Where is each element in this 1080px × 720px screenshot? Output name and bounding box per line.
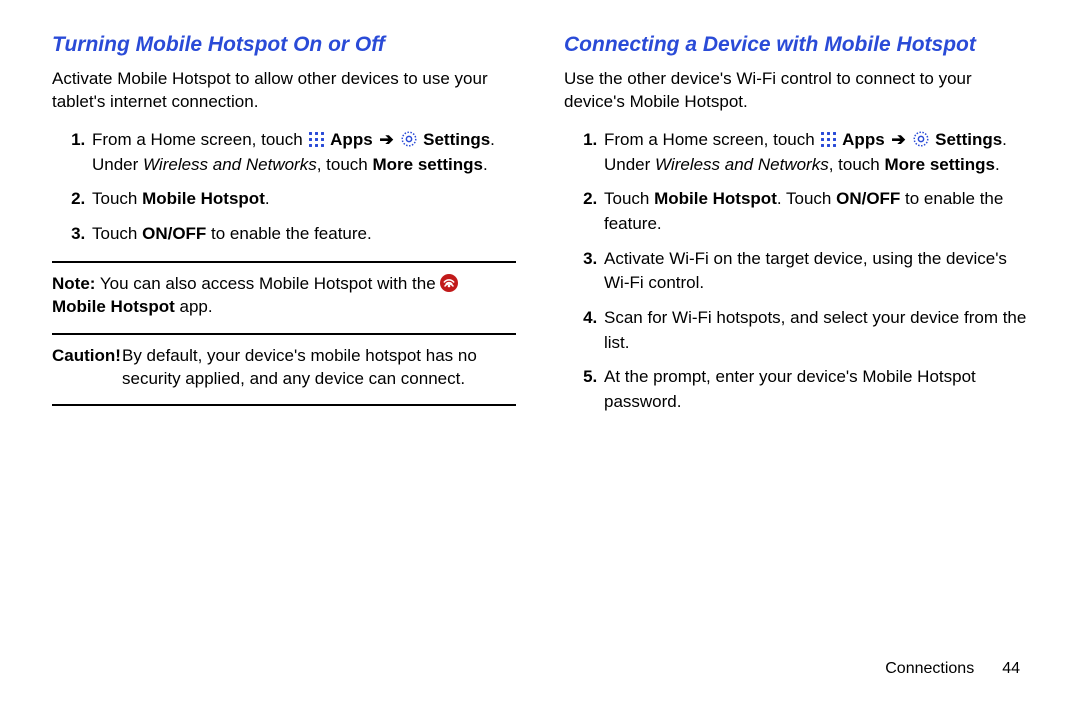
step-1-right: From a Home screen, touch Apps ➔ Setting… (602, 128, 1028, 177)
footer-page: 44 (1002, 660, 1020, 677)
step-1-left: From a Home screen, touch Apps ➔ Setting… (90, 128, 516, 177)
apps-grid-icon (307, 130, 325, 148)
intro-right: Use the other device's Wi-Fi control to … (564, 68, 1028, 114)
step-5-right: At the prompt, enter your device's Mobil… (602, 365, 1028, 414)
gear-icon (400, 130, 418, 148)
left-column: Turning Mobile Hotspot On or Off Activat… (52, 32, 516, 650)
steps-right: From a Home screen, touch Apps ➔ Setting… (564, 128, 1028, 414)
caution-block: Caution! By default, your device's mobil… (52, 345, 516, 391)
arrow-icon: ➔ (889, 128, 907, 153)
step-2-left: Touch Mobile Hotspot. (90, 187, 516, 212)
divider (52, 333, 516, 335)
steps-left: From a Home screen, touch Apps ➔ Setting… (52, 128, 516, 247)
step-2-right: Touch Mobile Hotspot. Touch ON/OFF to en… (602, 187, 1028, 236)
divider (52, 261, 516, 263)
page-footer: Connections 44 (0, 650, 1080, 678)
step-3-right: Activate Wi-Fi on the target device, usi… (602, 247, 1028, 296)
right-column: Connecting a Device with Mobile Hotspot … (564, 32, 1028, 650)
intro-left: Activate Mobile Hotspot to allow other d… (52, 68, 516, 114)
heading-connecting: Connecting a Device with Mobile Hotspot (564, 32, 1028, 58)
footer-section: Connections (885, 660, 974, 677)
step-3-left: Touch ON/OFF to enable the feature. (90, 222, 516, 247)
hotspot-icon (440, 274, 458, 292)
heading-turning: Turning Mobile Hotspot On or Off (52, 32, 516, 58)
step-4-right: Scan for Wi-Fi hotspots, and select your… (602, 306, 1028, 355)
divider (52, 404, 516, 406)
apps-grid-icon (819, 130, 837, 148)
gear-icon (912, 130, 930, 148)
note-block: Note: You can also access Mobile Hotspot… (52, 273, 516, 319)
arrow-icon: ➔ (377, 128, 395, 153)
